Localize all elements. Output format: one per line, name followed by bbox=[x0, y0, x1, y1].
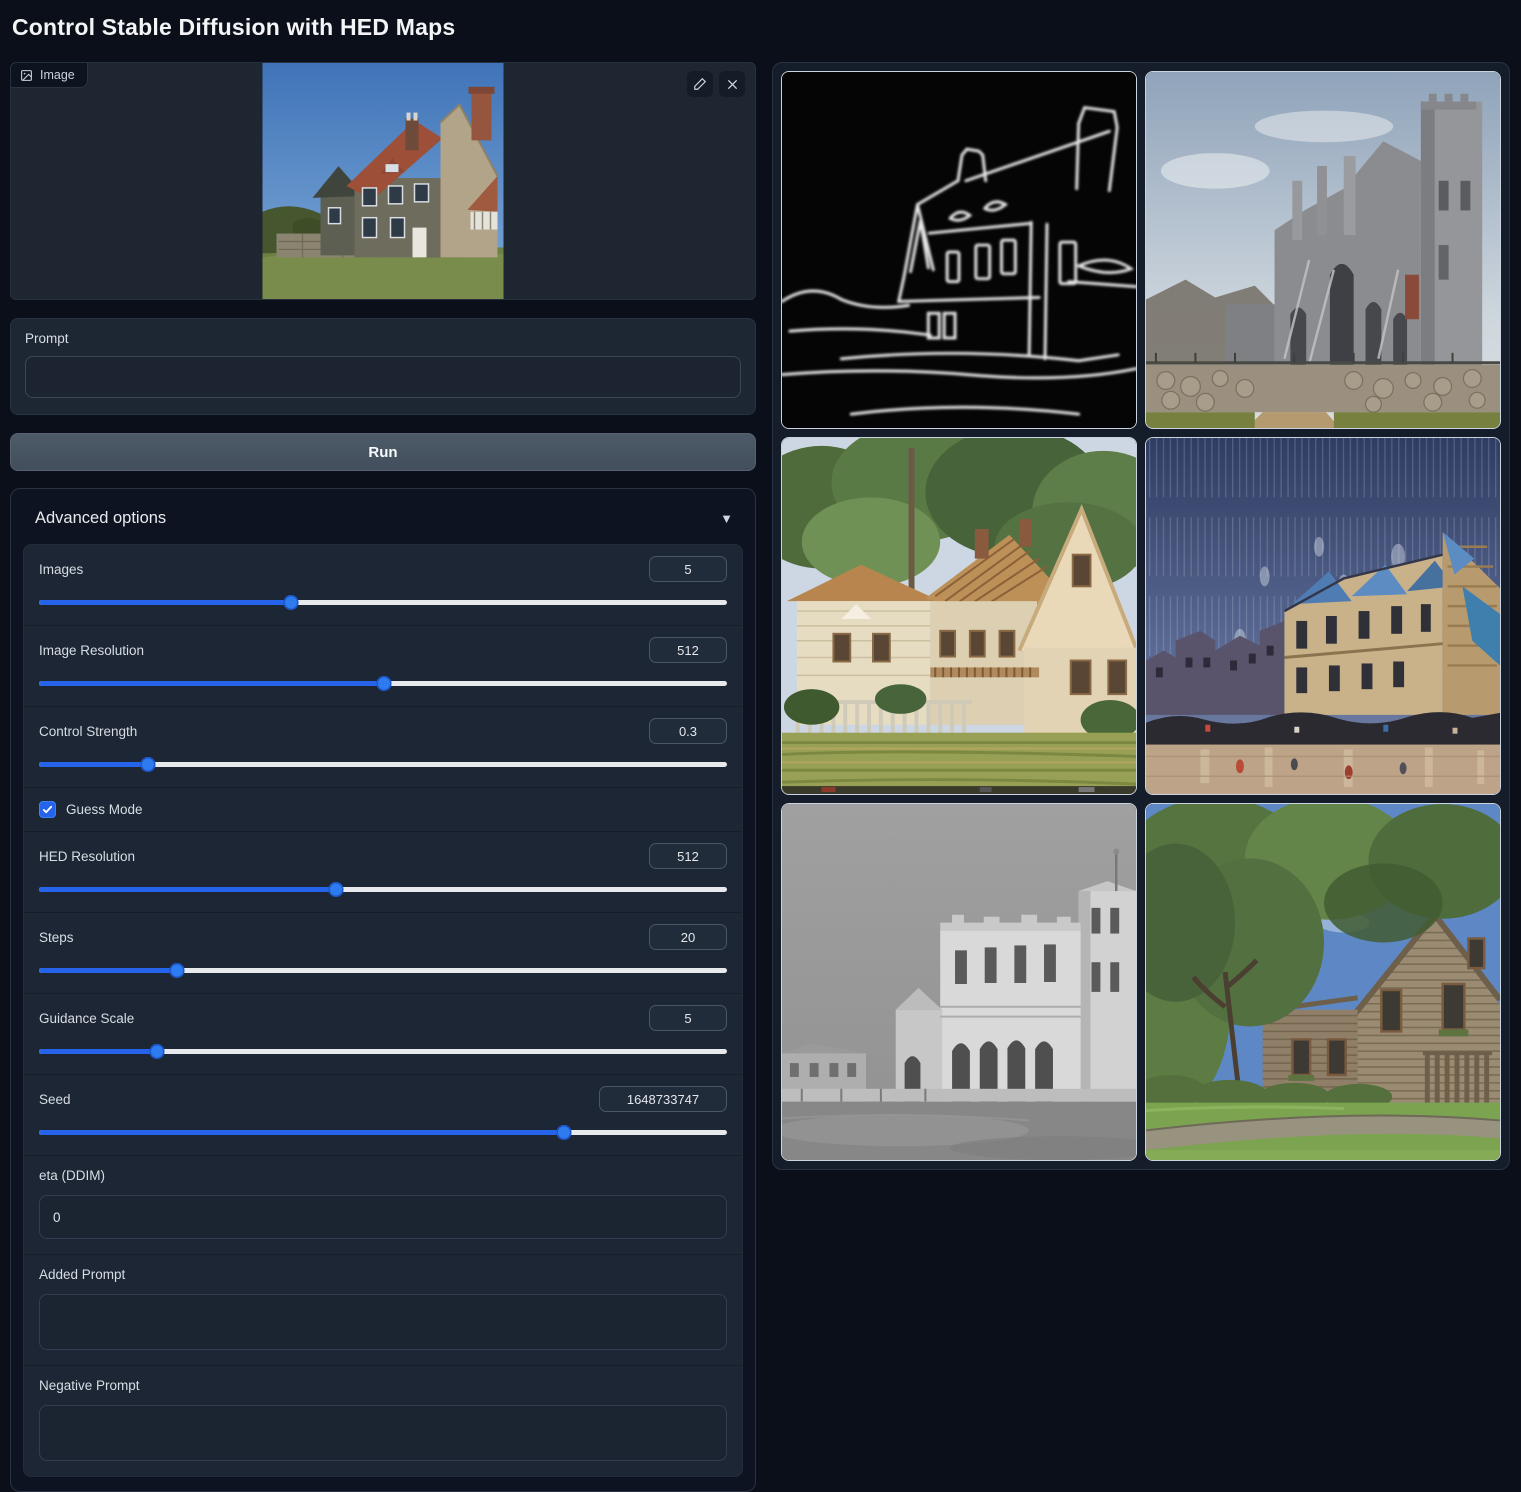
image-icon bbox=[20, 69, 33, 82]
check-icon bbox=[42, 804, 53, 815]
guess-mode-checkbox[interactable] bbox=[39, 801, 56, 818]
guess-mode-label: Guess Mode bbox=[66, 802, 143, 817]
images-label: Images bbox=[39, 562, 83, 577]
steps-value-input[interactable]: 20 bbox=[649, 924, 727, 950]
slider-handle[interactable] bbox=[140, 757, 155, 772]
controls-column: Image bbox=[10, 62, 756, 1492]
output-gallery bbox=[772, 62, 1510, 1170]
prompt-block: Prompt bbox=[10, 318, 756, 415]
pencil-icon bbox=[693, 77, 707, 91]
eta-label: eta (DDIM) bbox=[39, 1168, 105, 1183]
hed-resolution-value-input[interactable]: 512 bbox=[649, 843, 727, 869]
slider-fill bbox=[39, 1049, 157, 1054]
guess-mode-row: Guess Mode bbox=[24, 788, 742, 832]
gallery-item-impressionist[interactable] bbox=[1145, 437, 1501, 795]
guidance-scale-slider-row: Guidance Scale 5 bbox=[24, 994, 742, 1075]
slider-fill bbox=[39, 600, 291, 605]
added-prompt-label: Added Prompt bbox=[39, 1267, 125, 1282]
slider-fill bbox=[39, 1130, 564, 1135]
gallery-item-hed-edge-map[interactable] bbox=[781, 71, 1137, 429]
guidance-scale-label: Guidance Scale bbox=[39, 1011, 134, 1026]
advanced-options-form: Images 5 Image Resolution 512 bbox=[23, 544, 743, 1477]
negative-prompt-row: Negative Prompt bbox=[24, 1366, 742, 1476]
advanced-options-header[interactable]: Advanced options ▼ bbox=[23, 499, 743, 544]
gallery-item-victorian-house[interactable] bbox=[781, 437, 1137, 795]
control-strength-slider[interactable] bbox=[39, 757, 727, 772]
seed-slider-row: Seed 1648733747 bbox=[24, 1075, 742, 1156]
image-resolution-slider[interactable] bbox=[39, 676, 727, 691]
eta-input[interactable]: 0 bbox=[39, 1195, 727, 1239]
slider-fill bbox=[39, 762, 148, 767]
slider-handle[interactable] bbox=[169, 963, 184, 978]
clear-image-button[interactable] bbox=[719, 71, 745, 97]
image-resolution-slider-row: Image Resolution 512 bbox=[24, 626, 742, 707]
slider-handle[interactable] bbox=[149, 1044, 164, 1059]
gallery-item-gothic-cathedral[interactable] bbox=[1145, 71, 1501, 429]
advanced-options-title: Advanced options bbox=[35, 509, 166, 528]
images-slider-row: Images 5 bbox=[24, 545, 742, 626]
hed-resolution-slider[interactable] bbox=[39, 882, 727, 897]
page-title: Control Stable Diffusion with HED Maps bbox=[12, 14, 455, 41]
negative-prompt-input[interactable] bbox=[39, 1405, 727, 1461]
slider-handle[interactable] bbox=[556, 1125, 571, 1140]
image-resolution-label: Image Resolution bbox=[39, 643, 144, 658]
prompt-label: Prompt bbox=[25, 331, 741, 346]
images-value-input[interactable]: 5 bbox=[649, 556, 727, 582]
eta-row: eta (DDIM) 0 bbox=[24, 1156, 742, 1255]
image-component-label: Image bbox=[40, 68, 75, 82]
seed-label: Seed bbox=[39, 1092, 71, 1107]
steps-slider[interactable] bbox=[39, 963, 727, 978]
image-resolution-value-input[interactable]: 512 bbox=[649, 637, 727, 663]
slider-fill bbox=[39, 887, 336, 892]
guidance-scale-slider[interactable] bbox=[39, 1044, 727, 1059]
slider-fill bbox=[39, 681, 384, 686]
seed-slider[interactable] bbox=[39, 1125, 727, 1140]
image-component-badge: Image bbox=[11, 63, 88, 88]
gallery-item-bw-building[interactable] bbox=[781, 803, 1137, 1161]
prompt-input[interactable] bbox=[25, 356, 741, 398]
steps-label: Steps bbox=[39, 930, 74, 945]
slider-handle[interactable] bbox=[284, 595, 299, 610]
slider-handle[interactable] bbox=[377, 676, 392, 691]
edit-image-button[interactable] bbox=[687, 71, 713, 97]
negative-prompt-label: Negative Prompt bbox=[39, 1378, 140, 1393]
hed-resolution-slider-row: HED Resolution 512 bbox=[24, 832, 742, 913]
gallery-item-wooden-house[interactable] bbox=[1145, 803, 1501, 1161]
control-strength-value-input[interactable]: 0.3 bbox=[649, 718, 727, 744]
chevron-down-icon: ▼ bbox=[720, 511, 733, 526]
uploaded-house-image[interactable] bbox=[263, 63, 504, 299]
advanced-options-accordion: Advanced options ▼ Images 5 Image Resolu… bbox=[10, 488, 756, 1492]
close-icon bbox=[726, 78, 739, 91]
steps-slider-row: Steps 20 bbox=[24, 913, 742, 994]
run-button[interactable]: Run bbox=[10, 433, 756, 471]
control-strength-label: Control Strength bbox=[39, 724, 137, 739]
slider-fill bbox=[39, 968, 177, 973]
input-image-component: Image bbox=[10, 62, 756, 300]
control-strength-slider-row: Control Strength 0.3 bbox=[24, 707, 742, 788]
seed-value-input[interactable]: 1648733747 bbox=[599, 1086, 727, 1112]
added-prompt-row: Added Prompt bbox=[24, 1255, 742, 1366]
images-slider[interactable] bbox=[39, 595, 727, 610]
hed-resolution-label: HED Resolution bbox=[39, 849, 135, 864]
guidance-scale-value-input[interactable]: 5 bbox=[649, 1005, 727, 1031]
slider-handle[interactable] bbox=[329, 882, 344, 897]
added-prompt-input[interactable] bbox=[39, 1294, 727, 1350]
